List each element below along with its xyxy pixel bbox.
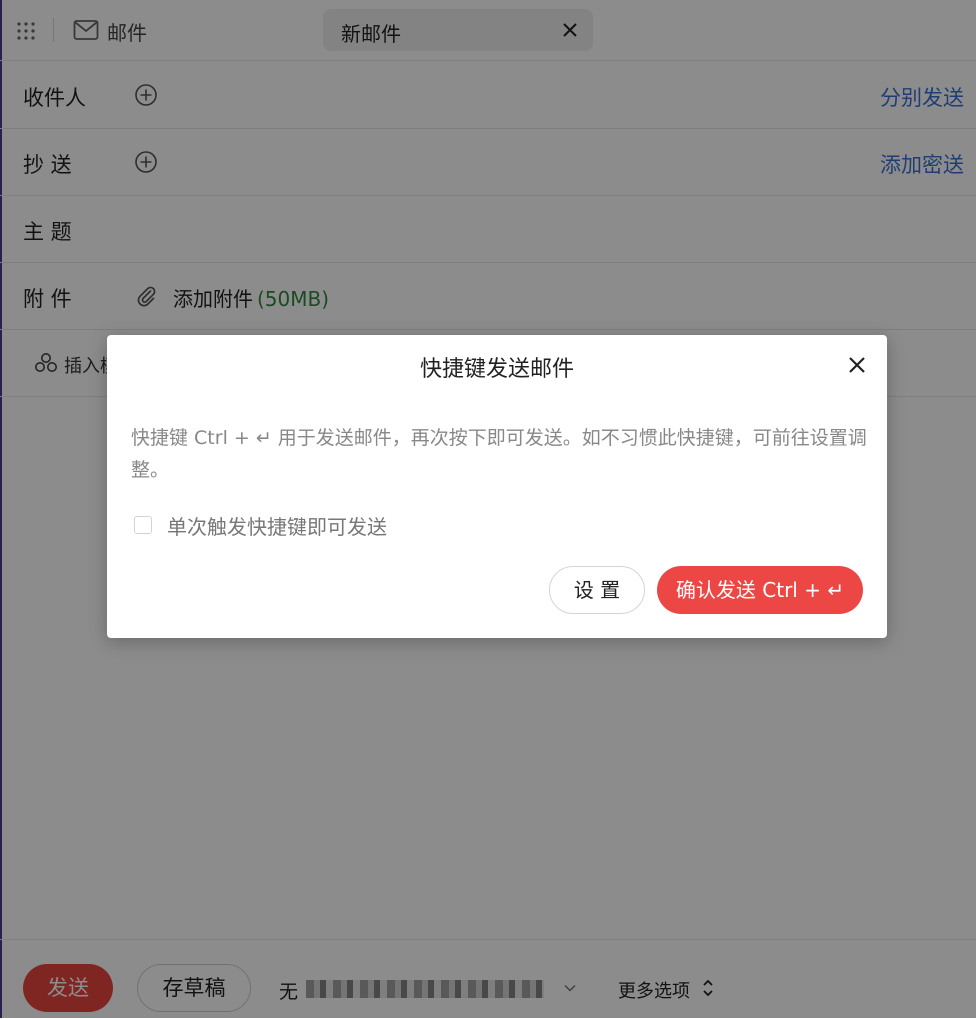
single-trigger-checkbox[interactable] xyxy=(134,516,152,534)
shortcut-send-dialog: 快捷键发送邮件 快捷键 Ctrl + ↵ 用于发送邮件，再次按下即可发送。如不习… xyxy=(107,335,887,638)
settings-button[interactable]: 设 置 xyxy=(549,566,645,614)
single-trigger-label[interactable]: 单次触发快捷键即可发送 xyxy=(167,511,387,540)
close-icon[interactable] xyxy=(847,355,867,375)
dialog-title: 快捷键发送邮件 xyxy=(419,357,574,382)
confirm-send-button[interactable]: 确认发送 Ctrl + ↵ xyxy=(657,566,863,614)
dialog-message: 快捷键 Ctrl + ↵ 用于发送邮件，再次按下即可发送。如不习惯此快捷键，可前… xyxy=(131,427,867,481)
